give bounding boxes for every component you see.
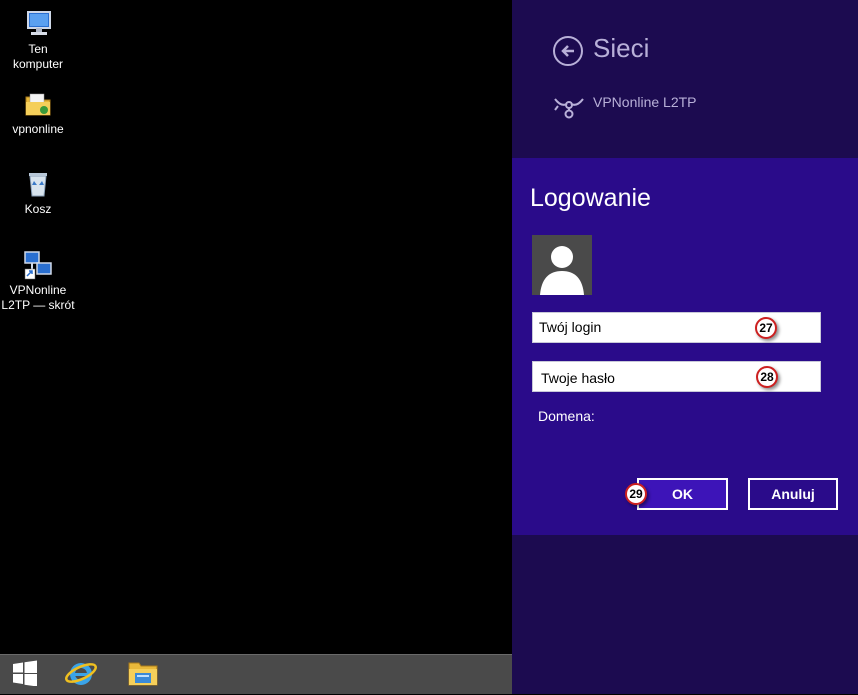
internet-explorer-icon (64, 656, 98, 695)
folder-icon (22, 88, 54, 120)
charm-header: Sieci VPNonline L2TP (512, 0, 858, 158)
desktop: Ten komputer vpnonline Kosz VPNonline L2… (0, 0, 512, 654)
desktop-icon-label: Kosz (24, 202, 52, 216)
user-avatar-icon (532, 235, 592, 295)
login-input-value: Twój login (539, 319, 602, 335)
ok-button[interactable]: OK (637, 478, 728, 510)
computer-icon (22, 8, 54, 40)
desktop-icon-vpnonline[interactable]: vpnonline (0, 88, 76, 137)
start-button[interactable] (0, 655, 50, 695)
desktop-icon-label: VPNonline L2TP — skrót (1, 283, 75, 312)
vpn-connection-icon (552, 92, 586, 125)
domain-label: Domena: (538, 408, 595, 424)
file-explorer-button[interactable] (118, 655, 168, 695)
internet-explorer-button[interactable] (56, 655, 106, 695)
desktop-icon-recycle-bin[interactable]: Kosz (0, 168, 76, 217)
back-arrow-icon (560, 43, 576, 64)
login-dialog: Logowanie Twój login 27 Twoje hasło 28 D… (512, 158, 858, 535)
charm-footer (512, 535, 858, 694)
cancel-button-label: Anuluj (771, 486, 815, 502)
taskbar (0, 654, 512, 694)
network-charm-panel: Sieci VPNonline L2TP Logowanie Twój logi… (512, 0, 858, 694)
callout-badge-28: 28 (756, 366, 778, 388)
callout-badge-29: 29 (625, 483, 647, 505)
desktop-icon-label: vpnonline (12, 122, 64, 136)
back-button[interactable] (553, 36, 583, 66)
page-title: Sieci (593, 33, 650, 63)
network-shortcut-icon (22, 249, 54, 281)
vpn-connection-name: VPNonline L2TP (593, 94, 697, 110)
login-title: Logowanie (530, 184, 651, 212)
file-explorer-icon (126, 657, 160, 694)
recycle-bin-icon (22, 168, 54, 200)
desktop-icon-label: Ten komputer (12, 42, 64, 71)
callout-badge-27: 27 (755, 317, 777, 339)
password-input-value: Twoje hasło (541, 370, 615, 386)
desktop-icon-this-pc[interactable]: Ten komputer (0, 8, 76, 72)
windows-start-icon (12, 660, 38, 691)
login-input[interactable]: Twój login (532, 312, 821, 343)
ok-button-label: OK (672, 486, 693, 502)
cancel-button[interactable]: Anuluj (748, 478, 838, 510)
desktop-icon-vpn-shortcut[interactable]: VPNonline L2TP — skrót (0, 249, 76, 313)
